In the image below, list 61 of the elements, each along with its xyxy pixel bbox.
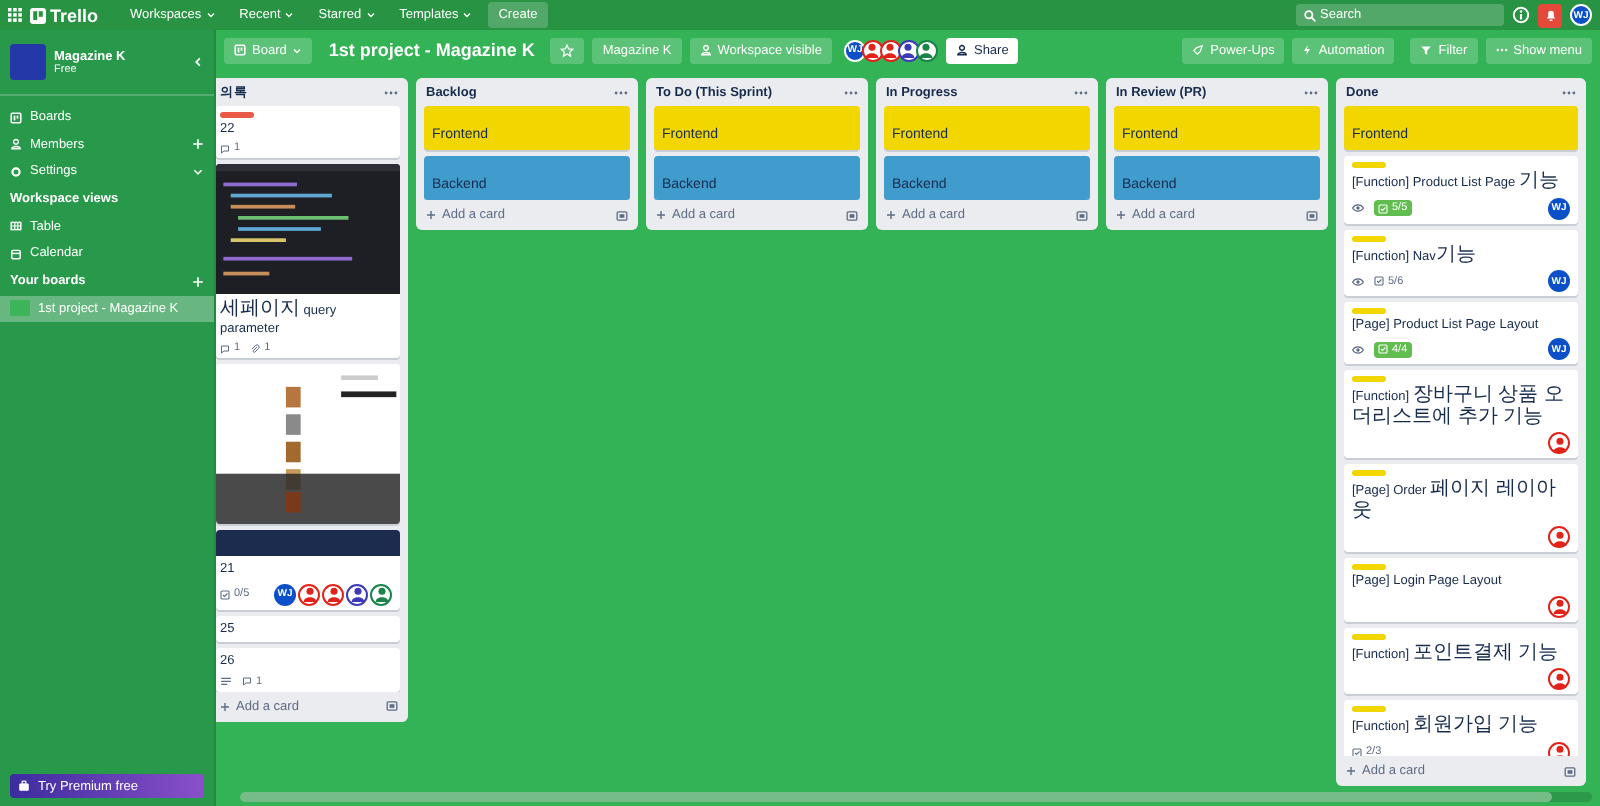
template-icon[interactable]	[1564, 765, 1576, 777]
plus-icon	[220, 701, 230, 712]
board-icon	[10, 111, 22, 124]
chevron-down-icon	[462, 10, 473, 20]
search-icon	[1304, 9, 1316, 21]
template-icon[interactable]	[616, 209, 628, 221]
table-icon	[10, 220, 22, 233]
chevron-down-icon	[284, 10, 295, 20]
board-thumbnail	[10, 300, 30, 316]
notifications-button[interactable]	[1538, 3, 1562, 27]
plus-icon	[656, 210, 666, 220]
chevron-down-icon[interactable]	[192, 165, 204, 178]
settings-icon	[10, 165, 22, 178]
lightning-icon	[1302, 44, 1313, 56]
plus-icon	[1116, 210, 1126, 220]
calendar-icon	[10, 247, 22, 260]
bell-icon	[1543, 8, 1557, 22]
member-avatar[interactable]	[915, 39, 938, 61]
add-icon[interactable]	[192, 275, 204, 287]
template-icon[interactable]	[1076, 209, 1088, 221]
plus-icon	[1346, 766, 1356, 776]
watching-icon	[1352, 202, 1364, 214]
filter-icon	[1420, 44, 1433, 56]
template-icon[interactable]	[846, 209, 858, 221]
person-icon	[10, 138, 22, 151]
chevron-down-icon	[365, 10, 376, 20]
add-icon[interactable]	[192, 138, 204, 151]
plus-icon	[426, 210, 436, 220]
member-avatar[interactable]	[879, 39, 902, 61]
watching-icon	[1352, 275, 1364, 287]
briefcase-icon	[18, 780, 30, 792]
member-avatar[interactable]	[1548, 432, 1570, 455]
member-avatar[interactable]	[370, 583, 392, 606]
more-icon	[1495, 44, 1508, 56]
member-avatar[interactable]	[1548, 526, 1570, 549]
member-avatar[interactable]	[861, 39, 884, 61]
template-icon[interactable]	[1306, 209, 1318, 221]
info-icon[interactable]	[1512, 6, 1530, 24]
person-add-icon	[955, 44, 968, 56]
member-avatar[interactable]	[897, 39, 920, 61]
description-icon	[220, 675, 232, 688]
plus-icon	[886, 210, 896, 220]
star-icon	[560, 43, 575, 57]
chevron-down-icon	[205, 10, 216, 20]
member-avatar[interactable]	[1548, 595, 1570, 618]
people-icon	[699, 44, 712, 56]
member-avatar[interactable]	[1548, 668, 1570, 691]
logo-text[interactable]: Trello	[50, 5, 99, 25]
workspace-logo	[10, 44, 46, 80]
template-icon[interactable]	[386, 700, 398, 713]
watching-icon	[1352, 343, 1364, 356]
member-avatar[interactable]	[346, 583, 368, 606]
star-button[interactable]	[550, 37, 585, 63]
member-avatar[interactable]	[298, 583, 320, 606]
member-avatar[interactable]	[322, 583, 344, 606]
board-logo-icon	[30, 7, 46, 23]
scrollbar[interactable]	[240, 791, 1592, 801]
apps-menu-icon[interactable]	[8, 8, 22, 22]
chevron-down-icon	[292, 45, 303, 55]
board-icon	[234, 44, 246, 56]
collapse-icon[interactable]	[192, 56, 204, 68]
